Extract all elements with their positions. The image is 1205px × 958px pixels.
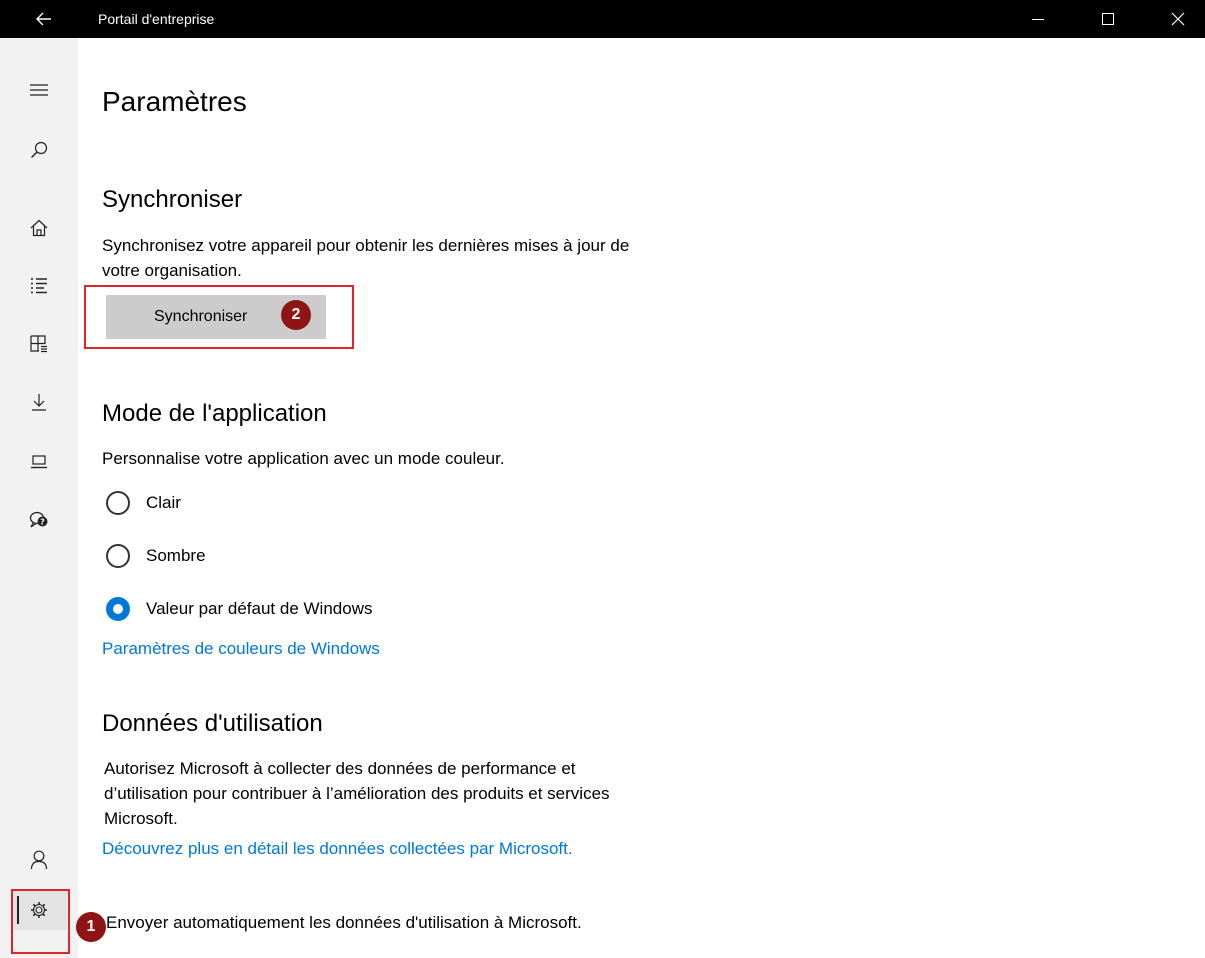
page-title: Paramètres (102, 86, 247, 117)
annotation-box-settings (11, 889, 70, 954)
help-chat-icon: ? (29, 511, 48, 528)
radio-sombre[interactable]: Sombre (106, 541, 206, 571)
annotation-badge-2: 2 (281, 300, 311, 330)
window-title: Portail d'entreprise (98, 11, 215, 27)
svg-text:?: ? (40, 518, 45, 527)
radio-button-selected[interactable] (106, 597, 130, 621)
device-icon (31, 455, 47, 469)
minimize-icon (1032, 19, 1044, 20)
usage-description: Autorisez Microsoft à collecter des donn… (104, 759, 610, 828)
download-icon (32, 394, 46, 411)
usage-data-link[interactable]: Découvrez plus en détail les données col… (102, 836, 662, 861)
person-icon (30, 850, 48, 870)
menu-button[interactable] (11, 70, 67, 110)
home-icon (30, 219, 48, 237)
radio-label: Clair (146, 493, 181, 512)
apps-list-button[interactable] (11, 266, 67, 306)
windows-colors-link[interactable]: Paramètres de couleurs de Windows (102, 636, 380, 661)
radio-clair[interactable]: Clair (106, 488, 181, 518)
minimize-button[interactable] (1015, 0, 1061, 38)
title-bar: Portail d'entreprise (0, 0, 1205, 38)
menu-icon (30, 84, 48, 96)
radio-button[interactable] (106, 544, 130, 568)
close-button[interactable] (1155, 0, 1201, 38)
downloads-button[interactable] (11, 382, 67, 422)
auto-send-label: Envoyer automatiquement les données d'ut… (106, 913, 582, 932)
arrow-left-icon (36, 12, 51, 26)
home-button[interactable] (11, 208, 67, 248)
maximize-button[interactable] (1085, 0, 1131, 38)
search-icon (31, 141, 48, 158)
sync-description: Synchronisez votre appareil pour obtenir… (102, 236, 630, 280)
app-mode-heading: Mode de l'application (102, 400, 327, 427)
devices-button[interactable] (11, 442, 67, 482)
navigation-rail: ? (0, 38, 78, 958)
app-mode-description: Personnalise votre application avec un m… (102, 449, 505, 468)
help-button[interactable]: ? (11, 500, 67, 540)
list-icon (31, 278, 47, 294)
settings-page: Paramètres Synchroniser Synchronisez vot… (102, 38, 1192, 958)
close-icon (1171, 12, 1185, 26)
radio-button[interactable] (106, 491, 130, 515)
radio-label: Sombre (146, 546, 206, 565)
sync-heading: Synchroniser (102, 186, 243, 213)
apps-grid-icon (30, 335, 47, 353)
search-button[interactable] (11, 130, 67, 170)
radio-label: Valeur par défaut de Windows (146, 599, 373, 618)
categories-button[interactable] (11, 324, 67, 364)
maximize-icon (1102, 13, 1114, 25)
account-button[interactable] (11, 840, 67, 880)
back-button[interactable] (26, 0, 62, 38)
radio-windows-default[interactable]: Valeur par défaut de Windows (106, 594, 372, 624)
annotation-box-sync (84, 285, 354, 349)
usage-heading: Données d'utilisation (102, 710, 323, 737)
